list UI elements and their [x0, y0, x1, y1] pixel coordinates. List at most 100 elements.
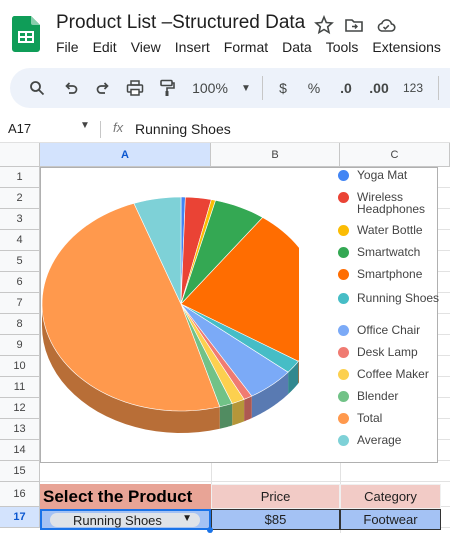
- selected-cell-a17[interactable]: Running Shoes ▼: [40, 509, 211, 530]
- menu-view[interactable]: View: [131, 39, 161, 55]
- toolbar-divider: [262, 76, 263, 100]
- menu-data[interactable]: Data: [282, 39, 312, 55]
- legend-swatch: [338, 269, 349, 280]
- star-icon[interactable]: [314, 15, 334, 35]
- currency-label: $: [279, 80, 287, 96]
- legend-swatch: [338, 369, 349, 380]
- legend-label: Smartwatch: [357, 245, 421, 259]
- row-header-11[interactable]: 11: [0, 377, 40, 398]
- legend-swatch: [338, 435, 349, 446]
- print-icon[interactable]: [122, 68, 148, 108]
- increase-decimal-button[interactable]: .00: [366, 68, 392, 108]
- cloud-status-icon[interactable]: [376, 15, 396, 35]
- row-header-10[interactable]: 10: [0, 356, 40, 377]
- pie-side-blender: [219, 403, 233, 429]
- row-header-7[interactable]: 7: [0, 293, 40, 314]
- name-box[interactable]: A17: [8, 121, 31, 136]
- move-folder-icon[interactable]: [344, 15, 364, 35]
- document-title[interactable]: Product List –Structured Data: [56, 12, 305, 34]
- paint-format-icon[interactable]: [154, 68, 180, 108]
- price-header-cell[interactable]: Price: [211, 484, 340, 509]
- pie-side-coffee-maker: [232, 399, 245, 426]
- pie-plot: [41, 196, 299, 433]
- legend-swatch: [338, 247, 349, 258]
- legend-swatch: [338, 192, 349, 203]
- row-header-15[interactable]: 15: [0, 461, 40, 482]
- select-product-label[interactable]: Select the Product: [40, 484, 211, 509]
- legend-swatch: [338, 170, 349, 181]
- select-all-corner[interactable]: [0, 143, 40, 167]
- product-dropdown[interactable]: Running Shoes ▼: [50, 512, 200, 528]
- zoom-select[interactable]: 100%: [188, 68, 232, 108]
- formula-bar: A17 ▼ fx Running Shoes: [0, 116, 450, 143]
- sheets-logo-icon[interactable]: [12, 16, 40, 52]
- column-header-a[interactable]: A: [40, 143, 211, 167]
- category-header-cell[interactable]: Category: [340, 484, 441, 509]
- legend-label: Desk Lamp: [357, 345, 418, 359]
- legend-label: Blender: [357, 389, 399, 403]
- fill-handle[interactable]: [207, 527, 213, 533]
- legend-label: Total: [357, 411, 383, 425]
- number-format-label: 123: [402, 81, 424, 95]
- menu-edit[interactable]: Edit: [93, 39, 117, 55]
- row-header-6[interactable]: 6: [0, 272, 40, 293]
- gridline: [40, 481, 450, 482]
- decrease-decimal-button[interactable]: .0: [334, 68, 358, 108]
- dropdown-caret-icon: ▼: [182, 513, 192, 524]
- legend-swatch: [338, 347, 349, 358]
- menu-tools[interactable]: Tools: [326, 39, 359, 55]
- legend-label: Water Bottle: [357, 223, 423, 237]
- row-header-12[interactable]: 12: [0, 398, 40, 419]
- legend-swatch: [338, 293, 349, 304]
- category-value-cell[interactable]: Footwear: [340, 509, 441, 530]
- product-dropdown-value: Running Shoes: [73, 512, 162, 528]
- row-header-13[interactable]: 13: [0, 419, 40, 440]
- row-header-3[interactable]: 3: [0, 209, 40, 230]
- legend-swatch: [338, 413, 349, 424]
- legend-swatch: [338, 325, 349, 336]
- row-header-2[interactable]: 2: [0, 188, 40, 209]
- legend-swatch: [338, 391, 349, 402]
- row-header-5[interactable]: 5: [0, 251, 40, 272]
- increase-decimal-label: .00: [369, 80, 389, 96]
- menu-bar: File Edit View Insert Format Data Tools Extensi…: [56, 39, 450, 59]
- legend-label: Running Shoes: [357, 291, 440, 305]
- search-menus-icon[interactable]: [24, 68, 50, 108]
- zoom-chevron-down-icon[interactable]: ▼: [238, 68, 254, 108]
- menu-insert[interactable]: Insert: [175, 39, 210, 55]
- row-header-14[interactable]: 14: [0, 440, 40, 461]
- zoom-value: 100%: [192, 80, 228, 96]
- pie-chart[interactable]: Yoga Mat Wireless Headphones Water Bottle S…: [40, 167, 439, 463]
- redo-icon[interactable]: [90, 68, 116, 108]
- fx-icon: fx: [113, 120, 124, 135]
- formula-input[interactable]: Running Shoes: [135, 121, 231, 137]
- legend-label: Yoga Mat: [357, 168, 408, 182]
- percent-format-button[interactable]: %: [305, 68, 323, 108]
- column-header-b[interactable]: B: [211, 143, 340, 167]
- row-header-9[interactable]: 9: [0, 335, 40, 356]
- undo-icon[interactable]: [58, 68, 84, 108]
- legend-label: Coffee Maker: [357, 367, 429, 381]
- row-header-4[interactable]: 4: [0, 230, 40, 251]
- legend-label: Office Chair: [357, 323, 421, 337]
- legend-label: Wireless Headphones: [357, 190, 426, 216]
- toolbar: 100% ▼ $ % .0 .00 123: [10, 68, 450, 108]
- menu-file[interactable]: File: [56, 39, 79, 55]
- name-box-chevron-down-icon[interactable]: ▼: [80, 120, 90, 131]
- legend-swatch: [338, 225, 349, 236]
- decrease-decimal-label: .0: [340, 80, 352, 96]
- price-value-cell[interactable]: $85: [211, 509, 340, 530]
- number-format-button[interactable]: 123: [400, 68, 426, 108]
- row-header-16[interactable]: 16: [0, 482, 40, 507]
- pie-side-desk-lamp: [244, 396, 252, 422]
- percent-label: %: [307, 80, 321, 96]
- column-header-c[interactable]: C: [340, 143, 450, 167]
- toolbar-divider: [438, 76, 439, 100]
- menu-extensions[interactable]: Extensions: [372, 39, 440, 55]
- row-header-17[interactable]: 17: [0, 507, 40, 528]
- legend-label: Average: [357, 433, 402, 447]
- menu-format[interactable]: Format: [224, 39, 268, 55]
- row-header-8[interactable]: 8: [0, 314, 40, 335]
- currency-format-button[interactable]: $: [274, 68, 292, 108]
- row-header-1[interactable]: 1: [0, 167, 40, 188]
